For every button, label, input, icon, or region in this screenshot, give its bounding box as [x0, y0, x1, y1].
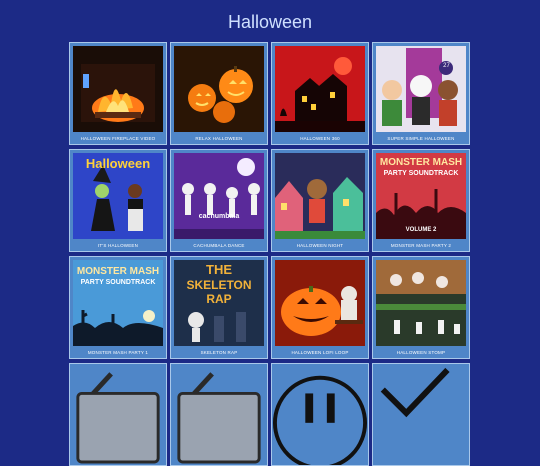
- video-tile[interactable]: HALLOWEEN NIGHT: [271, 149, 369, 252]
- video-tile[interactable]: HALLOWEEN FIREPLACE VIDEO: [69, 42, 167, 145]
- video-title: HALLOWEEN FIREPLACE VIDEO: [80, 136, 156, 141]
- skeleton-rap-thumbnail: THE SKELETON RAP: [174, 260, 264, 346]
- pumpkins-thumbnail: [174, 46, 264, 132]
- video-title: CACHUMBALA DANCE: [193, 243, 245, 248]
- haunted-house-thumbnail: [275, 46, 365, 132]
- pause-icon: [272, 364, 368, 465]
- check-button[interactable]: [372, 363, 470, 466]
- video-title: RELAX HALLOWEEN: [195, 136, 243, 141]
- monster-mash-2-thumbnail: MONSTER MASH PARTY SOUNDTRACK VOLUME 2: [376, 153, 466, 239]
- video-title: SUPER SIMPLE HALLOWEEN: [387, 136, 455, 141]
- cartoon-stage-thumbnail: [376, 260, 466, 346]
- thumbnail-heading: Halloween: [85, 156, 151, 171]
- episode-badge: 27: [443, 63, 450, 69]
- video-title: SKELETON RAP: [200, 350, 238, 355]
- cartoon-town-thumbnail: [275, 153, 365, 239]
- video-tile[interactable]: 27 SUPER SIMPLE HALLOWEEN: [372, 42, 470, 145]
- video-tile[interactable]: RELAX HALLOWEEN: [170, 42, 268, 145]
- halloween-kids-thumbnail: Halloween: [73, 153, 163, 239]
- video-tile[interactable]: THE SKELETON RAP SKELETON RAP: [170, 256, 268, 359]
- video-title: MONSTER MASH PARTY 1: [87, 350, 149, 355]
- video-title: HALLOWEEN 360: [300, 136, 340, 141]
- thumbnail-subheading: PARTY SOUNDTRACK: [80, 279, 156, 286]
- video-tile[interactable]: HALLOWEEN 360: [271, 42, 369, 145]
- check-icon: [373, 364, 469, 465]
- video-grid: HALLOWEEN FIREPLACE VIDEO RELAX HALLOWEE…: [69, 42, 470, 466]
- edit-button[interactable]: [170, 363, 268, 466]
- edit-button[interactable]: [69, 363, 167, 466]
- video-title: MONSTER MASH PARTY 2: [390, 243, 452, 248]
- video-title: IT'S HALLOWEEN: [97, 243, 139, 248]
- page-title: Halloween: [227, 12, 313, 32]
- thumbnail-subheading: PARTY SOUNDTRACK: [383, 170, 459, 177]
- video-title: HALLOWEEN NIGHT: [296, 243, 344, 248]
- thumbnail-heading: MONSTER MASH: [76, 266, 160, 277]
- video-tile[interactable]: HALLOWEEN LOFI LOOP: [271, 256, 369, 359]
- thumbnail-heading: THE: [206, 262, 232, 277]
- thumbnail-volume: VOLUME 2: [405, 227, 437, 233]
- monster-mash-1-thumbnail: MONSTER MASH PARTY SOUNDTRACK: [73, 260, 163, 346]
- video-tile[interactable]: Halloween IT'S HALLOWEEN: [69, 149, 167, 252]
- video-title: HALLOWEEN LOFI LOOP: [291, 350, 349, 355]
- pause-button[interactable]: [271, 363, 369, 466]
- video-tile[interactable]: MONSTER MASH PARTY SOUNDTRACK MONSTER MA…: [69, 256, 167, 359]
- thumbnail-label: cachumbala: [198, 213, 240, 220]
- video-title: HALLOWEEN STOMP: [396, 350, 446, 355]
- cartoon-kids-thumbnail: 27: [376, 46, 466, 132]
- video-tile[interactable]: MONSTER MASH PARTY SOUNDTRACK VOLUME 2 M…: [372, 149, 470, 252]
- video-tile[interactable]: cachumbala CACHUMBALA DANCE: [170, 149, 268, 252]
- thumbnail-heading: MONSTER MASH: [379, 157, 463, 168]
- fireplace-thumbnail: [73, 46, 163, 132]
- edit-icon: [171, 364, 267, 465]
- skeletons-thumbnail: cachumbala: [174, 153, 264, 239]
- edit-icon: [70, 364, 166, 465]
- jack-o-lantern-thumbnail: [275, 260, 365, 346]
- thumbnail-subheading: SKELETON RAP: [186, 278, 252, 306]
- video-tile[interactable]: HALLOWEEN STOMP: [372, 256, 470, 359]
